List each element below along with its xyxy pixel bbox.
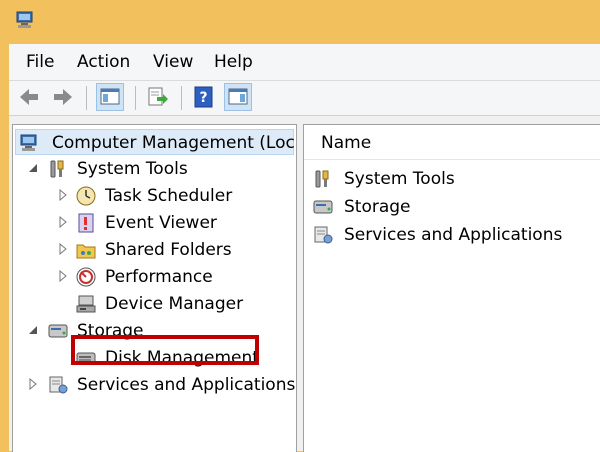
toolbar-separator [181,86,182,110]
computer-management-icon [20,134,37,151]
list-item-label: System Tools [344,169,455,189]
tree-item-task-scheduler[interactable]: Task Scheduler [13,183,296,209]
tree-item-services-and-applications[interactable]: Services and Applications [13,372,296,398]
forward-button[interactable] [49,83,77,111]
computer-management-icon[interactable] [15,9,37,31]
collapsed-arrow-icon[interactable] [57,270,69,282]
list-item-label: Services and Applications [344,225,563,245]
menu-file[interactable]: File [26,52,54,72]
mmc-window: File Action View Help ? Computer Managem… [9,44,600,452]
system-tools-icon [50,160,64,178]
column-header-label: Name [321,133,372,153]
show-hide-action-pane-button[interactable] [224,83,252,111]
services-and-applications-icon [314,226,333,244]
tree-item-label: Task Scheduler [105,186,233,206]
tree-item-device-manager[interactable]: Device Manager [13,291,296,317]
console-tree: Computer Management (Local System Tools [12,124,297,452]
menu-bar: File Action View Help [9,44,600,81]
help-button[interactable]: ? [190,83,218,111]
list-item-label: Storage [344,197,411,217]
tree-item-label: Device Manager [105,294,244,314]
list-item[interactable]: Services and Applications [304,221,600,249]
storage-icon [313,200,333,214]
results-pane: Name System Tools Storage Services and A… [303,124,600,452]
back-icon [20,89,38,105]
column-header-name[interactable]: Name [304,125,600,160]
device-manager-icon [76,295,96,313]
tree-item-label: Event Viewer [105,213,217,233]
show-hide-action-pane-icon [228,88,248,105]
shared-folder-icon [76,244,96,259]
tree-item-performance[interactable]: Performance [13,264,296,290]
event-viewer-icon [78,213,94,233]
show-hide-console-tree-icon [100,88,120,105]
highlight-box [71,335,259,365]
svg-text:?: ? [199,90,207,106]
back-button[interactable] [15,83,43,111]
expanded-arrow-icon[interactable] [27,162,39,174]
export-list-button[interactable] [144,83,172,111]
system-tools-icon [315,170,329,188]
services-and-applications-icon [49,376,68,394]
clock-icon [76,186,96,206]
show-hide-console-tree-button[interactable] [96,83,124,111]
storage-icon [48,324,68,338]
tree-item-label: Shared Folders [105,240,232,260]
tree-item-event-viewer[interactable]: Event Viewer [13,210,296,236]
tree-item-label: System Tools [77,159,188,179]
menu-help[interactable]: Help [214,52,253,72]
forward-icon [54,89,72,105]
list-item[interactable]: Storage [304,193,600,221]
expanded-arrow-icon[interactable] [27,324,39,336]
tree-item-label: Services and Applications [77,375,296,395]
tree-item-system-tools[interactable]: System Tools [13,156,296,182]
tree-item-label: Computer Management (Local [52,133,297,153]
collapsed-arrow-icon[interactable] [57,216,69,228]
menu-action[interactable]: Action [77,52,130,72]
performance-icon [76,267,96,287]
toolbar-separator [135,86,136,110]
toolbar: ? [9,81,600,116]
collapsed-arrow-icon[interactable] [57,189,69,201]
list-item[interactable]: System Tools [304,165,600,193]
tree-item-label: Performance [105,267,213,287]
export-list-icon [148,87,168,106]
help-icon: ? [194,86,213,108]
toolbar-separator [86,86,87,110]
collapsed-arrow-icon[interactable] [27,378,39,390]
tree-item-computer-management[interactable]: Computer Management (Local [15,129,297,155]
collapsed-arrow-icon[interactable] [57,243,69,255]
menu-view[interactable]: View [153,52,193,72]
title-bar [0,0,600,44]
tree-item-shared-folders[interactable]: Shared Folders [13,237,296,263]
